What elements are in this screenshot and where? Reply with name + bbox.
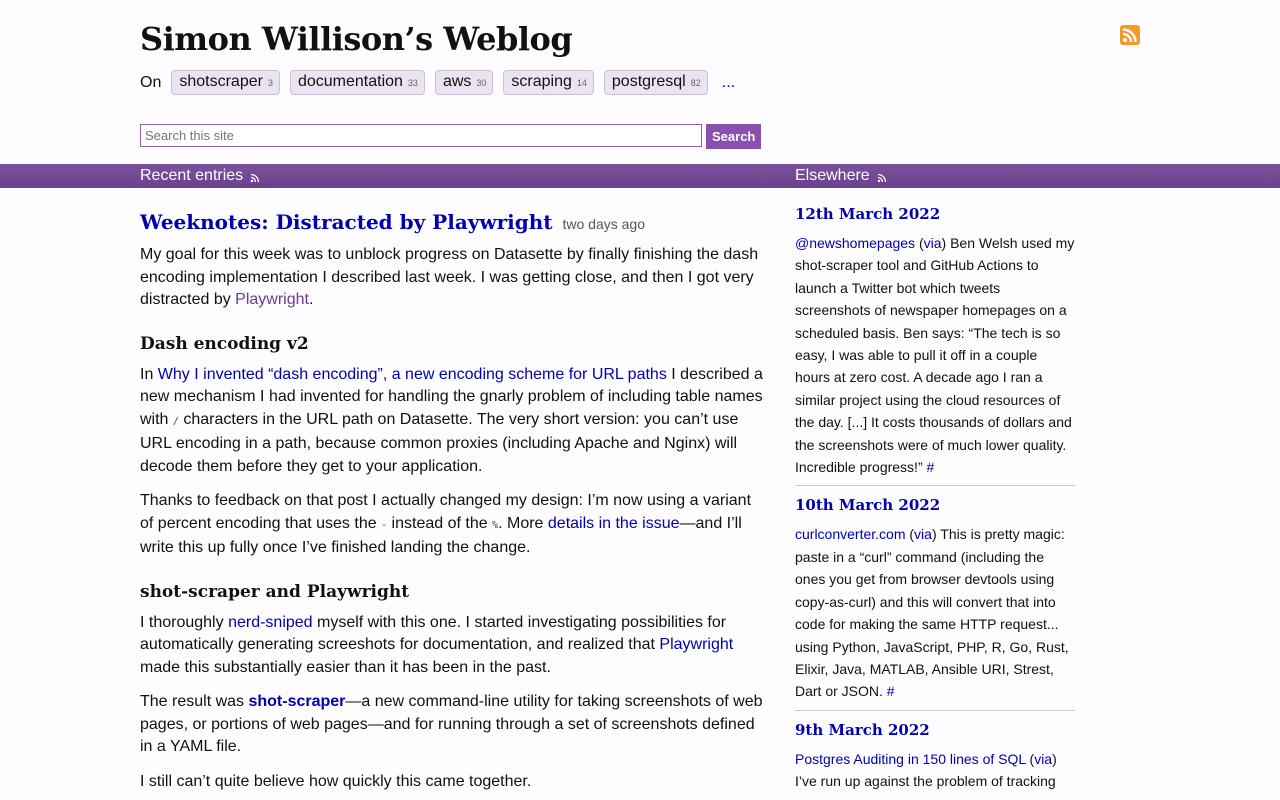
playwright-link[interactable]: Playwright xyxy=(659,636,733,653)
text: characters in the URL path on Datasette.… xyxy=(140,410,739,475)
playwright-link[interactable]: Playwright xyxy=(235,291,309,308)
tag-scraping[interactable]: scraping 14 xyxy=(503,70,594,95)
text: My goal for this week was to unblock pro… xyxy=(140,246,759,308)
text: made this substantially easier than it h… xyxy=(140,658,551,676)
blogmark-date: 9th March 2022 xyxy=(795,721,1075,739)
feed-icon[interactable] xyxy=(877,173,887,183)
tag-label: documentation xyxy=(297,73,403,90)
entry-paragraph: I thoroughly nerd-sniped myself with thi… xyxy=(140,612,765,680)
tag-postgresql[interactable]: postgresql 82 xyxy=(603,70,708,95)
text: Ben Welsh used my shot-scraper tool and … xyxy=(795,235,1075,476)
entry-paragraph: Thanks to feedback on that post I actual… xyxy=(140,490,765,560)
shot-scraper-link[interactable]: shot-scraper xyxy=(248,693,345,710)
permalink[interactable]: # xyxy=(887,683,895,699)
entry-paragraph: I still can’t quite believe how quickly … xyxy=(140,772,532,790)
issue-details-link[interactable]: details in the issue xyxy=(548,515,680,532)
entry-paragraph: The result was shot-scraper—a new comman… xyxy=(140,691,765,759)
tag-cloud: On shotscraper 3 documentation 33 aws 30 sc… xyxy=(140,70,735,95)
site-title[interactable]: Simon Willison’s Weblog xyxy=(140,20,573,58)
text: This is pretty magic: paste in a “curl” … xyxy=(795,526,1069,700)
tag-count: 14 xyxy=(576,78,587,88)
tag-count: 30 xyxy=(476,78,487,88)
entry-heading: Weeknotes: Distracted by Playwright two … xyxy=(140,210,765,234)
blogmark-date-link[interactable]: 10th March 2022 xyxy=(795,496,940,514)
text: I’ve run up against the problem of track… xyxy=(795,773,1056,790)
search-input[interactable] xyxy=(140,124,702,147)
text: I thoroughly xyxy=(140,613,229,631)
blogmark-text: Postgres Auditing in 150 lines of SQL (v… xyxy=(795,750,1057,790)
blogmark-text: curlconverter.com (via) This is pretty m… xyxy=(795,526,1069,700)
entry-title-link[interactable]: Weeknotes: Distracted by Playwright xyxy=(140,210,553,234)
text: The result was xyxy=(140,693,249,710)
via-link[interactable]: via xyxy=(924,235,942,251)
tag-documentation[interactable]: documentation 33 xyxy=(289,70,425,95)
tag-count: 33 xyxy=(407,78,418,88)
permalink[interactable]: # xyxy=(927,459,935,475)
dash-encoding-link[interactable]: Why I invented “dash encoding”, a new en… xyxy=(158,366,667,383)
tag-shotscraper[interactable]: shotscraper 3 xyxy=(171,70,280,95)
tag-label: aws xyxy=(442,73,472,90)
text: . xyxy=(308,291,314,308)
blogmark: 9th March 2022 Postgres Auditing in 150 … xyxy=(795,721,1075,800)
blogmark: 12th March 2022 @newshomepages (via) Ben… xyxy=(795,205,1075,487)
site-header: Simon Willison’s Weblog On shotscraper 3 … xyxy=(140,0,1140,164)
tag-count: 82 xyxy=(690,78,701,88)
blogmark-date: 10th March 2022 xyxy=(795,496,1075,514)
tagline-prefix: On xyxy=(140,73,162,91)
blogmark-date-link[interactable]: 12th March 2022 xyxy=(795,205,940,223)
elsewhere-sidebar: 12th March 2022 @newshomepages (via) Ben… xyxy=(795,205,1075,800)
elsewhere-label[interactable]: Elsewhere xyxy=(795,167,870,185)
blogmark-date-link[interactable]: 9th March 2022 xyxy=(795,721,930,739)
recent-entries-heading: Recent entries xyxy=(140,167,260,185)
blogmark-link[interactable]: Postgres Auditing in 150 lines of SQL xyxy=(795,751,1026,767)
recent-entries-label[interactable]: Recent entries xyxy=(140,167,243,185)
text: instead of the xyxy=(387,514,493,532)
via-link[interactable]: via xyxy=(1034,751,1052,767)
nerd-sniped-link[interactable]: nerd-sniped xyxy=(228,614,313,631)
main-content: Weeknotes: Distracted by Playwright two … xyxy=(140,205,765,800)
tag-label: shotscraper xyxy=(179,73,263,90)
feed-icon[interactable] xyxy=(250,173,260,183)
section-bar: Recent entries Elsewhere xyxy=(0,164,1280,188)
tag-aws[interactable]: aws 30 xyxy=(434,70,494,95)
text: In xyxy=(140,365,158,383)
rss-feed-icon[interactable] xyxy=(1120,25,1140,45)
more-tags-link[interactable]: ... xyxy=(722,74,735,92)
text: . More xyxy=(498,514,548,532)
elsewhere-heading: Elsewhere xyxy=(795,167,887,185)
blogmark-date: 12th March 2022 xyxy=(795,205,1075,223)
blogmark: 10th March 2022 curlconverter.com (via) … xyxy=(795,496,1075,711)
section-heading: shot-scraper and Playwright xyxy=(140,581,410,602)
blogmark-link[interactable]: curlconverter.com xyxy=(795,526,905,542)
entry-date: two days ago xyxy=(562,216,645,232)
entry-paragraph: My goal for this week was to unblock pro… xyxy=(140,244,765,312)
search-form: Search xyxy=(140,124,762,149)
tag-label: scraping xyxy=(511,73,572,90)
blogmark-link[interactable]: @newshomepages xyxy=(795,235,915,251)
tag-label: postgresql xyxy=(611,73,686,90)
via-link[interactable]: via xyxy=(914,526,932,542)
tag-count: 3 xyxy=(267,78,273,88)
entry-paragraph: In Why I invented “dash encoding”, a new… xyxy=(140,364,765,479)
search-button[interactable]: Search xyxy=(706,124,762,149)
section-heading: Dash encoding v2 xyxy=(140,333,309,354)
blogmark-text: @newshomepages (via) Ben Welsh used my s… xyxy=(795,235,1075,476)
